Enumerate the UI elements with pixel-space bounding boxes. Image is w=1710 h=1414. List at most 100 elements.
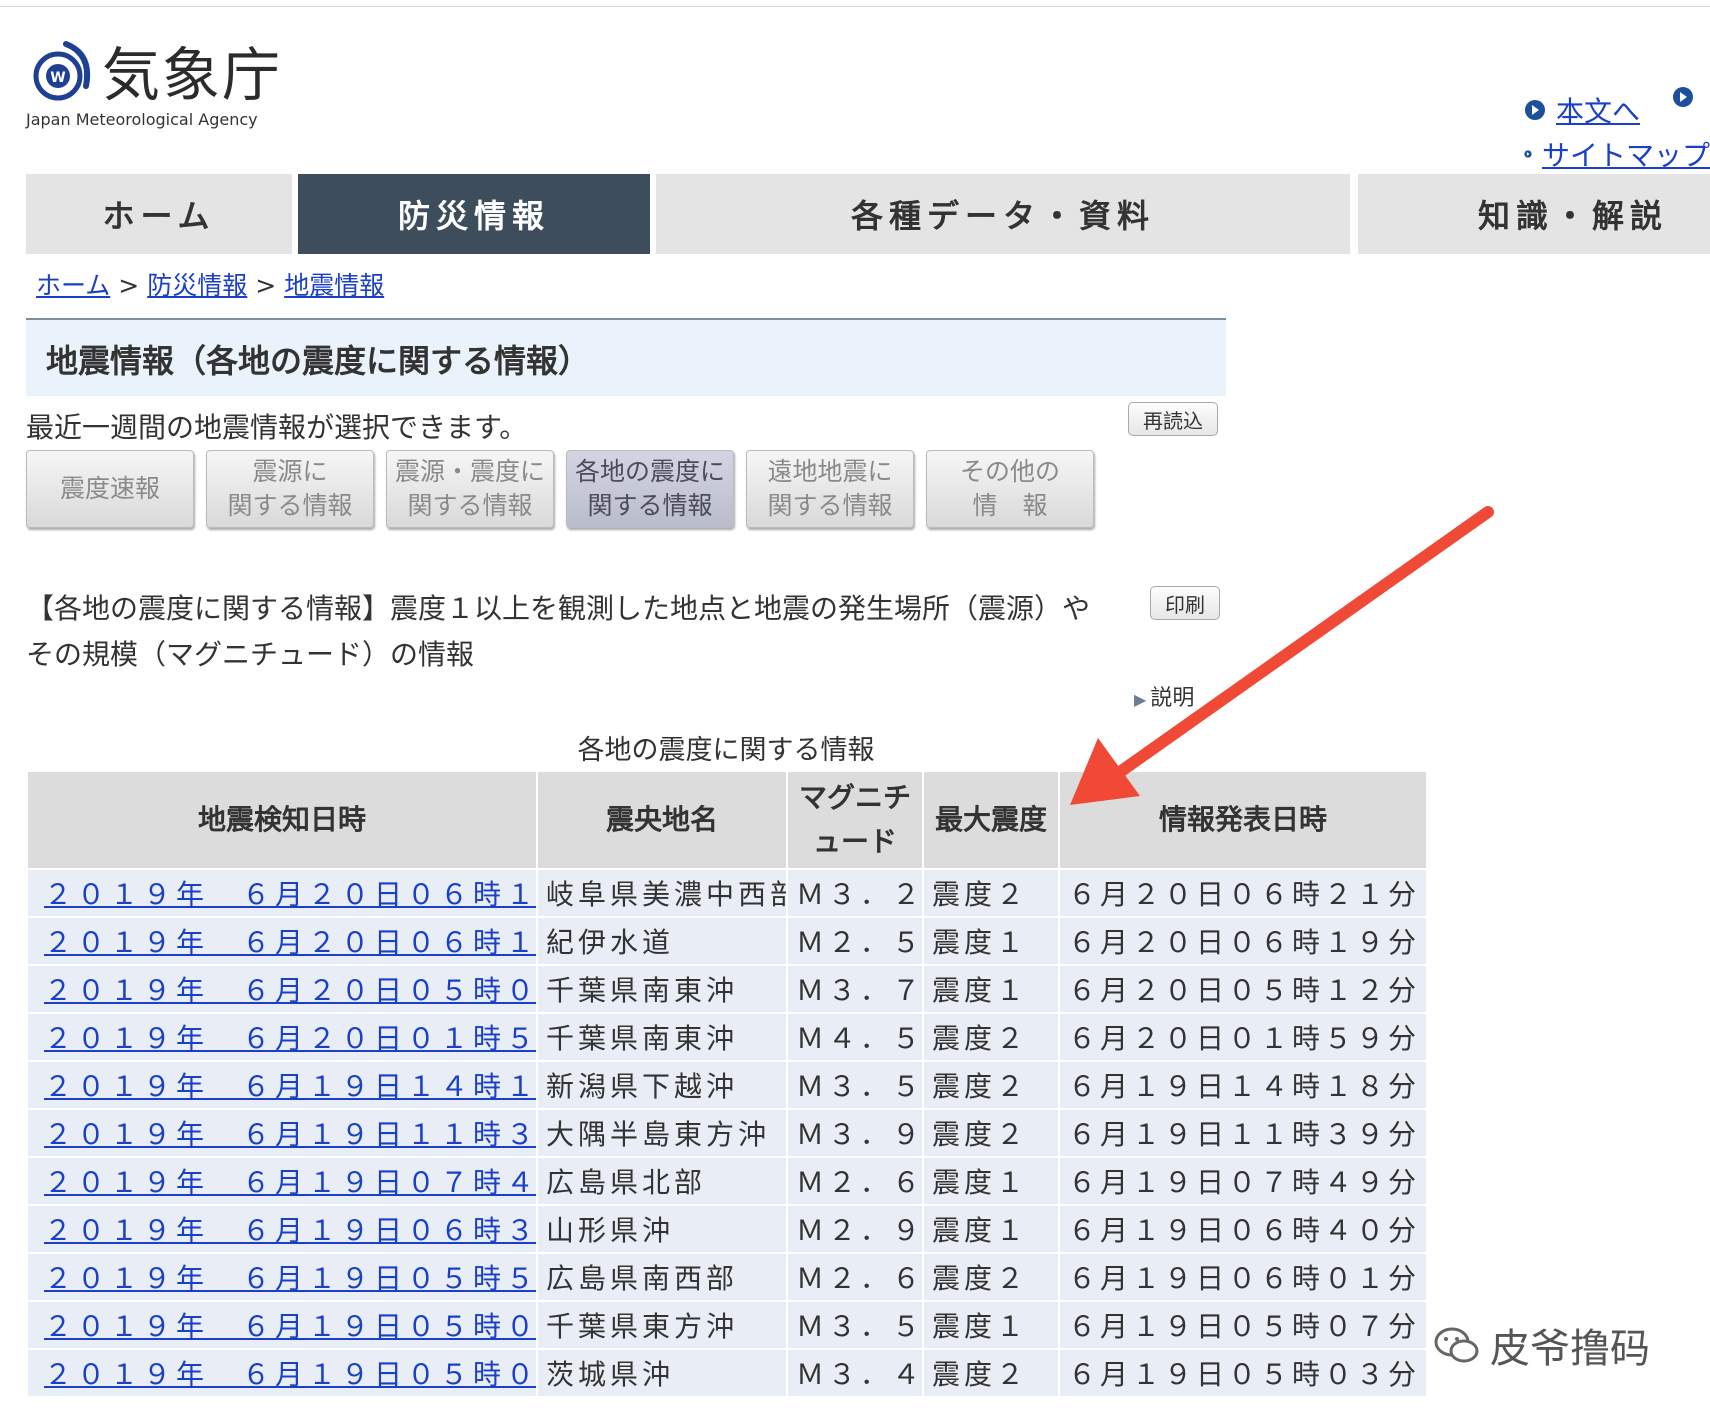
- tab-label: 情 報: [972, 491, 1048, 520]
- cell-announce-time: ６月１９日０６時４０分: [1058, 1204, 1428, 1254]
- circle-arrow-icon: [1673, 87, 1693, 107]
- cell-max-intensity: 震度２: [922, 1252, 1060, 1302]
- table-row: ２０１９年 ６月１９日１４時１６分新潟県下越沖Ｍ３．５震度２６月１９日１４時１８…: [26, 1060, 1428, 1110]
- breadcrumb: ホーム > 防災情報 > 地震情報: [36, 266, 384, 302]
- cell-magnitude: Ｍ２．５: [786, 916, 924, 966]
- extra-link-partial[interactable]: [1672, 86, 1704, 108]
- detect-time-link[interactable]: ２０１９年 ６月２０日０５時０９分: [44, 974, 535, 1007]
- header-announce-time: 情報発表日時: [1058, 770, 1428, 870]
- print-button[interactable]: 印刷: [1150, 586, 1220, 620]
- svg-text:W: W: [50, 70, 65, 86]
- cell-detect-time: ２０１９年 ６月１９日０５時５８分: [26, 1252, 538, 1302]
- nav-home[interactable]: ホーム: [26, 174, 292, 254]
- tab-label: 各地の震度に: [574, 457, 725, 486]
- breadcrumb-separator: >: [118, 271, 140, 300]
- breadcrumb-disaster[interactable]: 防災情報: [147, 271, 247, 300]
- table-row: ２０１９年 ６月１９日１１時３５分大隅半島東方沖Ｍ３．９震度２６月１９日１１時３…: [26, 1108, 1428, 1158]
- breadcrumb-earthquake[interactable]: 地震情報: [284, 271, 384, 300]
- cell-max-intensity: 震度１: [922, 964, 1060, 1014]
- cell-epicenter: 紀伊水道: [536, 916, 788, 966]
- detect-time-link[interactable]: ２０１９年 ６月２０日０６時１４分: [44, 926, 535, 959]
- tab-label: その他の: [959, 457, 1060, 486]
- detect-time-link[interactable]: ２０１９年 ６月１９日０６時３７分: [44, 1214, 535, 1247]
- explanation-label: 説明: [1150, 686, 1195, 711]
- detect-time-link[interactable]: ２０１９年 ６月１９日１１時３５分: [44, 1118, 535, 1151]
- cell-announce-time: ６月２０日０５時１２分: [1058, 964, 1428, 1014]
- nav-knowledge[interactable]: 知識・解説: [1358, 174, 1710, 254]
- triangle-right-icon: ▶: [1134, 690, 1147, 709]
- header-magnitude-line1: マグニチ: [798, 781, 911, 814]
- cell-detect-time: ２０１９年 ６月１９日０７時４６分: [26, 1156, 538, 1206]
- skip-to-main-link[interactable]: 本文へ: [1524, 90, 1640, 130]
- cell-epicenter: 山形県沖: [536, 1204, 788, 1254]
- tab-regional-intensity-info[interactable]: 各地の震度に 関する情報: [566, 450, 734, 528]
- cell-announce-time: ６月１９日０６時０１分: [1058, 1252, 1428, 1302]
- detect-time-link[interactable]: ２０１９年 ６月１９日０７時４６分: [44, 1166, 535, 1199]
- sitemap-link[interactable]: サイトマップ: [1524, 134, 1710, 174]
- cell-announce-time: ６月１９日０５時０３分: [1058, 1348, 1428, 1398]
- table-row: ２０１９年 ６月１９日０５時００分茨城県沖Ｍ３．４震度２６月１９日０５時０３分: [26, 1348, 1428, 1398]
- header-magnitude: マグニチ ュード: [786, 770, 924, 870]
- cell-epicenter: 千葉県南東沖: [536, 964, 788, 1014]
- tab-distant-earthquake-info[interactable]: 遠地地震に 関する情報: [746, 450, 914, 528]
- cell-magnitude: Ｍ４．５: [786, 1012, 924, 1062]
- table-row: ２０１９年 ６月２０日０６時１４分紀伊水道Ｍ２．５震度１６月２０日０６時１９分: [26, 916, 1428, 966]
- cell-epicenter: 広島県南西部: [536, 1252, 788, 1302]
- cell-announce-time: ６月２０日０６時１９分: [1058, 916, 1428, 966]
- nav-data-materials[interactable]: 各種データ・資料: [656, 174, 1350, 254]
- explanation-link[interactable]: ▶ 説明: [1134, 680, 1194, 712]
- breadcrumb-home[interactable]: ホーム: [36, 271, 110, 300]
- sitemap-label[interactable]: サイトマップ: [1542, 134, 1710, 174]
- table-header-row: 地震検知日時 震央地名 マグニチ ュード 最大震度 情報発表日時: [26, 770, 1428, 870]
- tab-intensity-flash[interactable]: 震度速報: [26, 450, 194, 528]
- skip-to-main-label[interactable]: 本文へ: [1556, 90, 1640, 130]
- detect-time-link[interactable]: ２０１９年 ６月１９日１４時１６分: [44, 1070, 535, 1103]
- cell-max-intensity: 震度１: [922, 1156, 1060, 1206]
- detect-time-link[interactable]: ２０１９年 ６月２０日０１時５５分: [44, 1022, 535, 1055]
- table-row: ２０１９年 ６月１９日０６時３７分山形県沖Ｍ２．９震度１６月１９日０６時４０分: [26, 1204, 1428, 1254]
- header-detect-time: 地震検知日時: [26, 770, 538, 870]
- cell-max-intensity: 震度２: [922, 1060, 1060, 1110]
- logo-name-jp: 気象庁: [102, 41, 283, 109]
- cell-epicenter: 岐阜県美濃中西部: [536, 868, 788, 918]
- tab-hypocenter-info[interactable]: 震源に 関する情報: [206, 450, 374, 528]
- table-row: ２０１９年 ６月１９日０７時４６分広島県北部Ｍ２．６震度１６月１９日０７時４９分: [26, 1156, 1428, 1206]
- cell-max-intensity: 震度２: [922, 1012, 1060, 1062]
- title-bar: 地震情報（各地の震度に関する情報）: [26, 318, 1226, 396]
- cell-detect-time: ２０１９年 ６月２０日０５時０９分: [26, 964, 538, 1014]
- cell-epicenter: 新潟県下越沖: [536, 1060, 788, 1110]
- tab-hypocenter-intensity-info[interactable]: 震源・震度に 関する情報: [386, 450, 554, 528]
- circle-arrow-icon: [1524, 150, 1532, 158]
- cell-announce-time: ６月１９日０５時０７分: [1058, 1300, 1428, 1350]
- tab-other-info[interactable]: その他の 情 報: [926, 450, 1094, 528]
- top-divider: [0, 6, 1710, 7]
- cell-magnitude: Ｍ３．５: [786, 1300, 924, 1350]
- wechat-icon: [1434, 1327, 1479, 1363]
- reload-button[interactable]: 再読込: [1128, 402, 1218, 436]
- cell-detect-time: ２０１９年 ６月１９日１１時３５分: [26, 1108, 538, 1158]
- cell-magnitude: Ｍ３．７: [786, 964, 924, 1014]
- detect-time-link[interactable]: ２０１９年 ６月２０日０６時１８分: [44, 878, 535, 911]
- jma-logo[interactable]: W 気象庁 Japan Meteorological Agency: [26, 40, 286, 130]
- cell-epicenter: 千葉県南東沖: [536, 1012, 788, 1062]
- cell-detect-time: ２０１９年 ６月１９日０５時００分: [26, 1348, 538, 1398]
- cell-magnitude: Ｍ３．９: [786, 1108, 924, 1158]
- breadcrumb-separator: >: [255, 271, 277, 300]
- cell-epicenter: 広島県北部: [536, 1156, 788, 1206]
- tab-label: 関する情報: [227, 491, 353, 520]
- intro-text: 【各地の震度に関する情報】震度１以上を観測した地点と地震の発生場所（震源）やその…: [26, 592, 1091, 671]
- cell-detect-time: ２０１９年 ６月２０日０６時１８分: [26, 868, 538, 918]
- cell-epicenter: 茨城県沖: [536, 1348, 788, 1398]
- detect-time-link[interactable]: ２０１９年 ６月１９日０５時５８分: [44, 1262, 535, 1295]
- tab-label: 震度速報: [59, 474, 160, 503]
- detect-time-link[interactable]: ２０１９年 ６月１９日０５時００分: [44, 1358, 535, 1391]
- cell-max-intensity: 震度１: [922, 916, 1060, 966]
- cell-detect-time: ２０１９年 ６月１９日１４時１６分: [26, 1060, 538, 1110]
- detect-time-link[interactable]: ２０１９年 ６月１９日０５時０４分: [44, 1310, 535, 1343]
- nav-disaster-info[interactable]: 防災情報: [298, 174, 650, 254]
- cell-detect-time: ２０１９年 ６月２０日０６時１４分: [26, 916, 538, 966]
- cell-max-intensity: 震度１: [922, 1300, 1060, 1350]
- tab-label: 遠地地震に: [767, 457, 893, 486]
- cell-max-intensity: 震度２: [922, 1108, 1060, 1158]
- table-row: ２０１９年 ６月２０日０６時１８分岐阜県美濃中西部Ｍ３．２震度２６月２０日０６時…: [26, 868, 1428, 918]
